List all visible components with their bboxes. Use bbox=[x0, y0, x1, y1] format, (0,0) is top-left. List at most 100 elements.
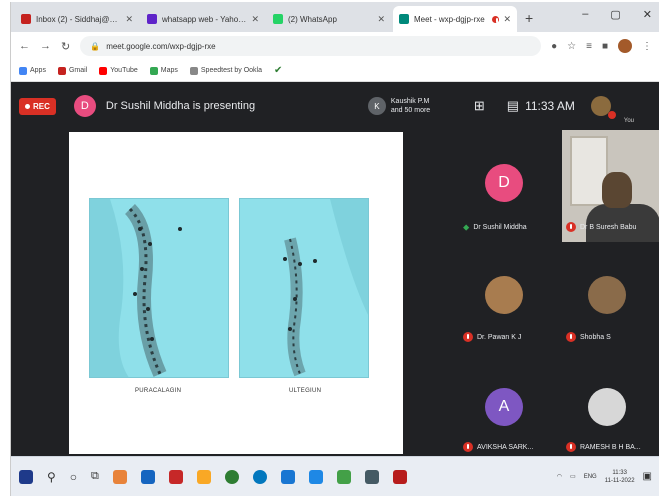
participant-tile[interactable] bbox=[485, 276, 523, 314]
yahoo-icon bbox=[147, 14, 157, 24]
whatsapp-icon bbox=[273, 14, 283, 24]
browser-tab-yahoo[interactable]: whatsapp web - Yahoo Sear... ✕ bbox=[141, 6, 265, 32]
app-icon[interactable] bbox=[364, 469, 379, 484]
puzzle-icon[interactable]: ■ bbox=[602, 41, 608, 52]
new-tab-button[interactable]: + bbox=[525, 10, 533, 26]
app-icon[interactable] bbox=[168, 469, 183, 484]
meet-area: REC D Dr Sushil Middha is presenting K K… bbox=[11, 82, 659, 456]
participant-name: RAMESH B H BA... bbox=[566, 442, 641, 452]
forward-icon[interactable]: → bbox=[40, 40, 51, 52]
participant-avatar bbox=[588, 276, 626, 314]
app-icon[interactable] bbox=[392, 469, 407, 484]
profile-avatar[interactable] bbox=[618, 39, 632, 53]
app-icon[interactable] bbox=[140, 469, 155, 484]
tab-bar: Inbox (2) - Siddhaj@sailm... ✕ whatsapp … bbox=[11, 2, 659, 32]
map-image-right bbox=[239, 198, 369, 378]
task-view-icon[interactable]: ⧉ bbox=[91, 470, 99, 483]
presenter-avatar: D bbox=[73, 95, 96, 117]
slide-caption-right: ULTEGIUN bbox=[289, 388, 322, 394]
recording-badge: REC bbox=[19, 97, 56, 115]
wifi-icon[interactable]: ◠ bbox=[557, 473, 562, 480]
windows-taskbar: ⚲ ○ ⧉ ◠ ▭ ENG 11:33 11-11-2022 ▣ bbox=[11, 456, 659, 496]
maps-icon bbox=[149, 66, 158, 75]
meeting-clock: 11:33 AM bbox=[525, 99, 575, 113]
lock-icon: 🔒 bbox=[90, 41, 101, 51]
browser-tab-meet[interactable]: Meet - wxp-dgjp-rxe ✕ bbox=[393, 6, 517, 32]
close-tab-icon[interactable]: ✕ bbox=[377, 14, 385, 25]
speaking-indicator-icon: ⬥ bbox=[463, 222, 470, 232]
toolbar-icons: ● ☆ ≡ ■ ⋮ bbox=[551, 39, 652, 53]
tray-language[interactable]: ENG bbox=[584, 474, 597, 480]
windows-icon[interactable] bbox=[19, 469, 33, 484]
app-icon[interactable] bbox=[112, 469, 127, 484]
participant-tile[interactable]: A bbox=[485, 388, 523, 426]
slide-caption-left: PURACALAGIN bbox=[135, 388, 182, 394]
self-label: You bbox=[623, 118, 634, 124]
meet-toolbar-icons: ⊞ ▤ bbox=[474, 98, 519, 114]
meet-icon bbox=[399, 14, 409, 24]
tray-clock[interactable]: 11:33 11-11-2022 bbox=[605, 469, 635, 485]
mic-off-icon bbox=[566, 442, 576, 452]
search-icon[interactable]: ⚲ bbox=[47, 470, 56, 484]
chrome-icon[interactable] bbox=[224, 469, 239, 484]
participant-name: Dr. Pawan K J bbox=[463, 332, 521, 342]
close-tab-icon[interactable]: ✕ bbox=[125, 14, 133, 25]
bookmark-apps[interactable]: Apps bbox=[19, 66, 46, 75]
participant-avatar bbox=[588, 388, 626, 426]
bookmarks-bar: Apps Gmail YouTube Maps Speedtest by Ook… bbox=[11, 60, 659, 82]
url-text: meet.google.com/wxp-dgjp-rxe bbox=[106, 41, 216, 51]
recording-indicator-icon bbox=[492, 15, 500, 23]
window-controls: – ▢ ✕ bbox=[582, 8, 652, 21]
apps-icon bbox=[19, 66, 27, 75]
browser-tab-gmail[interactable]: Inbox (2) - Siddhaj@sailm... ✕ bbox=[15, 6, 139, 32]
check-icon: ✔ bbox=[273, 65, 283, 76]
close-tab-icon[interactable]: ✕ bbox=[503, 14, 511, 25]
meet-top-bar: REC D Dr Sushil Middha is presenting K K… bbox=[11, 82, 659, 130]
back-icon[interactable]: ← bbox=[19, 40, 30, 52]
app-icon[interactable] bbox=[336, 469, 351, 484]
notifications-icon[interactable]: ▣ bbox=[643, 471, 652, 482]
participant-name: ⬥ Dr Sushil Middha bbox=[463, 222, 527, 232]
youtube-icon bbox=[99, 66, 108, 75]
viewers-summary[interactable]: K Kaushik P.M and 50 more bbox=[367, 97, 458, 115]
cortana-icon[interactable]: ○ bbox=[70, 470, 77, 484]
address-bar-row: ← → ↻ 🔒 meet.google.com/wxp-dgjp-rxe ● ☆… bbox=[11, 32, 659, 60]
participant-avatar: D bbox=[485, 164, 523, 202]
close-window-button[interactable]: ✕ bbox=[643, 8, 652, 21]
browser-tab-whatsapp[interactable]: (2) WhatsApp ✕ bbox=[267, 6, 391, 32]
bookmark-speedtest[interactable]: Speedtest by Ookla bbox=[189, 66, 262, 75]
presenting-text: Dr Sushil Middha is presenting bbox=[105, 100, 256, 112]
participant-tile[interactable]: D bbox=[485, 164, 523, 202]
participant-avatar: A bbox=[485, 388, 523, 426]
app-icon[interactable] bbox=[196, 469, 211, 484]
app-icon[interactable] bbox=[252, 469, 267, 484]
person-head bbox=[602, 172, 632, 208]
minimize-button[interactable]: – bbox=[582, 8, 588, 21]
maximize-button[interactable]: ▢ bbox=[610, 8, 620, 21]
reload-icon[interactable]: ↻ bbox=[61, 40, 70, 53]
layout-icon[interactable]: ⊞ bbox=[474, 98, 485, 114]
mic-off-icon bbox=[463, 442, 473, 452]
app-icon[interactable] bbox=[280, 469, 295, 484]
presented-slide: PURACALAGIN ULTEGIUN bbox=[69, 132, 403, 454]
bookmark-gmail[interactable]: Gmail bbox=[57, 66, 87, 75]
participant-avatar bbox=[485, 276, 523, 314]
self-avatar[interactable] bbox=[590, 96, 616, 119]
camera-icon[interactable]: ● bbox=[551, 41, 557, 52]
record-dot-icon bbox=[25, 103, 30, 109]
participant-tile[interactable] bbox=[588, 276, 626, 314]
mic-off-icon bbox=[566, 332, 576, 342]
url-field[interactable]: 🔒 meet.google.com/wxp-dgjp-rxe bbox=[80, 36, 542, 56]
close-tab-icon[interactable]: ✕ bbox=[251, 14, 259, 25]
menu-icon[interactable]: ⋮ bbox=[642, 41, 652, 52]
captions-icon[interactable]: ▤ bbox=[507, 98, 519, 114]
extensions-icon[interactable]: ≡ bbox=[586, 41, 592, 52]
bookmark-youtube[interactable]: YouTube bbox=[99, 66, 138, 75]
participant-name: Dr B Suresh Babu bbox=[566, 222, 636, 232]
star-icon[interactable]: ☆ bbox=[567, 41, 576, 52]
participant-tile[interactable] bbox=[588, 388, 626, 426]
app-icon[interactable] bbox=[308, 469, 323, 484]
battery-icon[interactable]: ▭ bbox=[570, 473, 576, 480]
gmail-icon bbox=[21, 14, 31, 24]
bookmark-maps[interactable]: Maps bbox=[149, 66, 178, 75]
